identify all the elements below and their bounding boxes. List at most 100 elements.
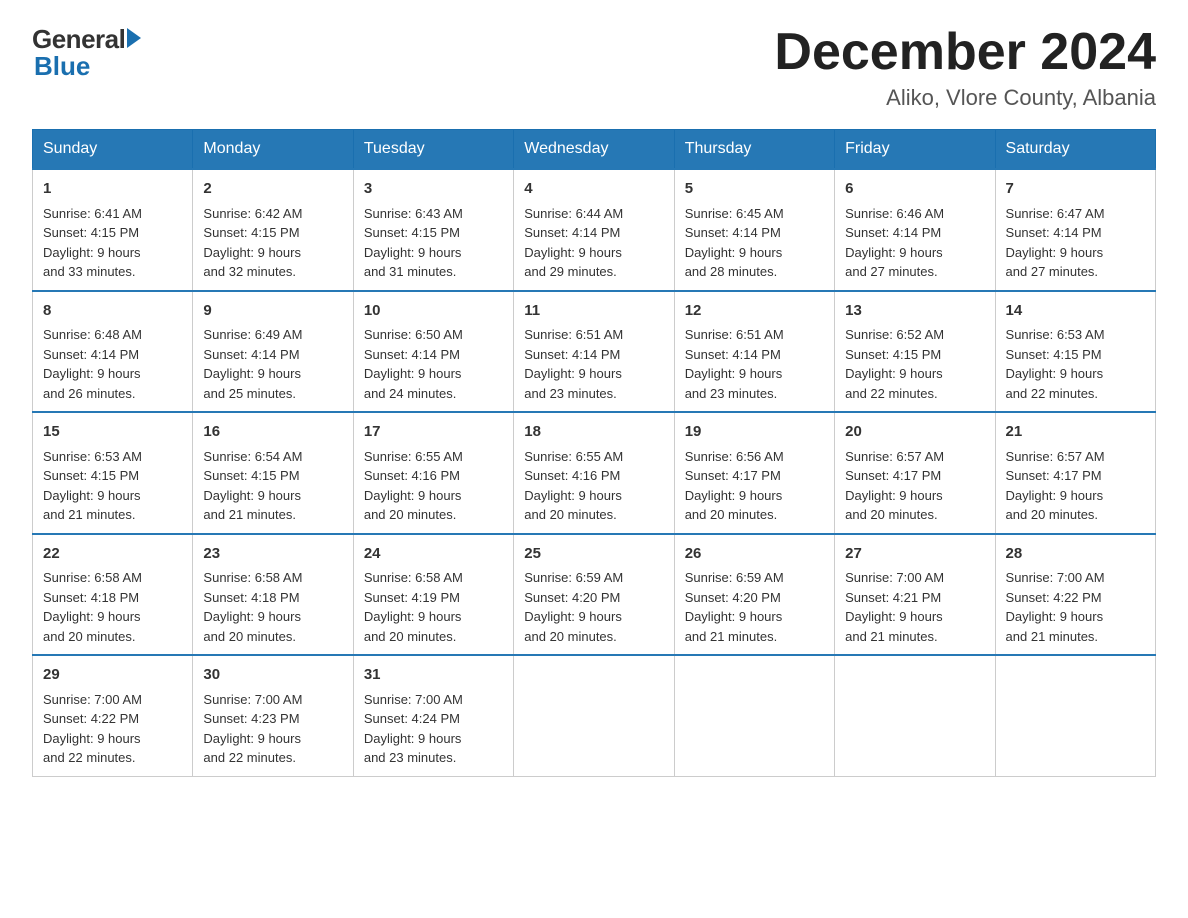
table-row: 29 Sunrise: 7:00 AMSunset: 4:22 PMDaylig… [33, 655, 193, 776]
col-thursday: Thursday [674, 130, 834, 170]
day-number: 11 [524, 300, 663, 323]
table-row: 8 Sunrise: 6:48 AMSunset: 4:14 PMDayligh… [33, 291, 193, 413]
day-info: Sunrise: 7:00 AMSunset: 4:21 PMDaylight:… [845, 570, 944, 644]
day-number: 10 [364, 300, 503, 323]
col-friday: Friday [835, 130, 995, 170]
day-number: 15 [43, 421, 182, 444]
calendar-week-row: 8 Sunrise: 6:48 AMSunset: 4:14 PMDayligh… [33, 291, 1156, 413]
logo-triangle-icon [127, 28, 141, 48]
location-subtitle: Aliko, Vlore County, Albania [774, 85, 1156, 111]
day-info: Sunrise: 6:51 AMSunset: 4:14 PMDaylight:… [685, 327, 784, 401]
day-info: Sunrise: 6:55 AMSunset: 4:16 PMDaylight:… [524, 449, 623, 523]
day-info: Sunrise: 6:58 AMSunset: 4:18 PMDaylight:… [43, 570, 142, 644]
day-info: Sunrise: 6:51 AMSunset: 4:14 PMDaylight:… [524, 327, 623, 401]
day-number: 1 [43, 178, 182, 201]
table-row: 30 Sunrise: 7:00 AMSunset: 4:23 PMDaylig… [193, 655, 353, 776]
calendar-week-row: 1 Sunrise: 6:41 AMSunset: 4:15 PMDayligh… [33, 169, 1156, 291]
day-number: 20 [845, 421, 984, 444]
table-row: 15 Sunrise: 6:53 AMSunset: 4:15 PMDaylig… [33, 412, 193, 534]
month-year-title: December 2024 [774, 24, 1156, 81]
day-number: 28 [1006, 543, 1145, 566]
day-info: Sunrise: 7:00 AMSunset: 4:22 PMDaylight:… [43, 692, 142, 766]
table-row: 26 Sunrise: 6:59 AMSunset: 4:20 PMDaylig… [674, 534, 834, 656]
day-info: Sunrise: 6:49 AMSunset: 4:14 PMDaylight:… [203, 327, 302, 401]
table-row: 23 Sunrise: 6:58 AMSunset: 4:18 PMDaylig… [193, 534, 353, 656]
day-info: Sunrise: 6:44 AMSunset: 4:14 PMDaylight:… [524, 206, 623, 280]
table-row: 22 Sunrise: 6:58 AMSunset: 4:18 PMDaylig… [33, 534, 193, 656]
day-number: 6 [845, 178, 984, 201]
calendar-table: Sunday Monday Tuesday Wednesday Thursday… [32, 129, 1156, 777]
day-number: 14 [1006, 300, 1145, 323]
col-monday: Monday [193, 130, 353, 170]
table-row: 7 Sunrise: 6:47 AMSunset: 4:14 PMDayligh… [995, 169, 1155, 291]
day-number: 27 [845, 543, 984, 566]
table-row: 20 Sunrise: 6:57 AMSunset: 4:17 PMDaylig… [835, 412, 995, 534]
day-info: Sunrise: 6:55 AMSunset: 4:16 PMDaylight:… [364, 449, 463, 523]
day-number: 24 [364, 543, 503, 566]
table-row: 18 Sunrise: 6:55 AMSunset: 4:16 PMDaylig… [514, 412, 674, 534]
day-info: Sunrise: 6:58 AMSunset: 4:18 PMDaylight:… [203, 570, 302, 644]
day-info: Sunrise: 6:42 AMSunset: 4:15 PMDaylight:… [203, 206, 302, 280]
day-info: Sunrise: 7:00 AMSunset: 4:24 PMDaylight:… [364, 692, 463, 766]
table-row: 17 Sunrise: 6:55 AMSunset: 4:16 PMDaylig… [353, 412, 513, 534]
title-block: December 2024 Aliko, Vlore County, Alban… [774, 24, 1156, 111]
table-row [995, 655, 1155, 776]
day-number: 31 [364, 664, 503, 687]
day-info: Sunrise: 6:57 AMSunset: 4:17 PMDaylight:… [845, 449, 944, 523]
calendar-week-row: 15 Sunrise: 6:53 AMSunset: 4:15 PMDaylig… [33, 412, 1156, 534]
logo: General Blue [32, 24, 141, 82]
table-row: 2 Sunrise: 6:42 AMSunset: 4:15 PMDayligh… [193, 169, 353, 291]
table-row: 16 Sunrise: 6:54 AMSunset: 4:15 PMDaylig… [193, 412, 353, 534]
table-row: 28 Sunrise: 7:00 AMSunset: 4:22 PMDaylig… [995, 534, 1155, 656]
table-row: 21 Sunrise: 6:57 AMSunset: 4:17 PMDaylig… [995, 412, 1155, 534]
table-row: 9 Sunrise: 6:49 AMSunset: 4:14 PMDayligh… [193, 291, 353, 413]
day-number: 30 [203, 664, 342, 687]
day-info: Sunrise: 6:41 AMSunset: 4:15 PMDaylight:… [43, 206, 142, 280]
calendar-week-row: 29 Sunrise: 7:00 AMSunset: 4:22 PMDaylig… [33, 655, 1156, 776]
table-row: 27 Sunrise: 7:00 AMSunset: 4:21 PMDaylig… [835, 534, 995, 656]
day-number: 16 [203, 421, 342, 444]
day-info: Sunrise: 6:59 AMSunset: 4:20 PMDaylight:… [685, 570, 784, 644]
table-row [835, 655, 995, 776]
table-row: 3 Sunrise: 6:43 AMSunset: 4:15 PMDayligh… [353, 169, 513, 291]
day-number: 26 [685, 543, 824, 566]
day-info: Sunrise: 6:48 AMSunset: 4:14 PMDaylight:… [43, 327, 142, 401]
day-info: Sunrise: 6:52 AMSunset: 4:15 PMDaylight:… [845, 327, 944, 401]
day-number: 25 [524, 543, 663, 566]
day-info: Sunrise: 6:47 AMSunset: 4:14 PMDaylight:… [1006, 206, 1105, 280]
table-row: 25 Sunrise: 6:59 AMSunset: 4:20 PMDaylig… [514, 534, 674, 656]
day-number: 7 [1006, 178, 1145, 201]
day-number: 29 [43, 664, 182, 687]
table-row: 14 Sunrise: 6:53 AMSunset: 4:15 PMDaylig… [995, 291, 1155, 413]
calendar-header-row: Sunday Monday Tuesday Wednesday Thursday… [33, 130, 1156, 170]
col-wednesday: Wednesday [514, 130, 674, 170]
day-number: 9 [203, 300, 342, 323]
table-row [514, 655, 674, 776]
day-info: Sunrise: 6:58 AMSunset: 4:19 PMDaylight:… [364, 570, 463, 644]
table-row: 12 Sunrise: 6:51 AMSunset: 4:14 PMDaylig… [674, 291, 834, 413]
table-row [674, 655, 834, 776]
day-info: Sunrise: 7:00 AMSunset: 4:22 PMDaylight:… [1006, 570, 1105, 644]
day-number: 5 [685, 178, 824, 201]
day-info: Sunrise: 6:43 AMSunset: 4:15 PMDaylight:… [364, 206, 463, 280]
day-number: 12 [685, 300, 824, 323]
table-row: 13 Sunrise: 6:52 AMSunset: 4:15 PMDaylig… [835, 291, 995, 413]
day-info: Sunrise: 6:45 AMSunset: 4:14 PMDaylight:… [685, 206, 784, 280]
day-number: 17 [364, 421, 503, 444]
table-row: 31 Sunrise: 7:00 AMSunset: 4:24 PMDaylig… [353, 655, 513, 776]
table-row: 4 Sunrise: 6:44 AMSunset: 4:14 PMDayligh… [514, 169, 674, 291]
day-number: 18 [524, 421, 663, 444]
day-info: Sunrise: 6:54 AMSunset: 4:15 PMDaylight:… [203, 449, 302, 523]
col-tuesday: Tuesday [353, 130, 513, 170]
day-info: Sunrise: 6:59 AMSunset: 4:20 PMDaylight:… [524, 570, 623, 644]
table-row: 10 Sunrise: 6:50 AMSunset: 4:14 PMDaylig… [353, 291, 513, 413]
day-info: Sunrise: 6:53 AMSunset: 4:15 PMDaylight:… [1006, 327, 1105, 401]
day-info: Sunrise: 7:00 AMSunset: 4:23 PMDaylight:… [203, 692, 302, 766]
day-number: 22 [43, 543, 182, 566]
day-info: Sunrise: 6:56 AMSunset: 4:17 PMDaylight:… [685, 449, 784, 523]
col-sunday: Sunday [33, 130, 193, 170]
day-number: 3 [364, 178, 503, 201]
day-info: Sunrise: 6:50 AMSunset: 4:14 PMDaylight:… [364, 327, 463, 401]
table-row: 5 Sunrise: 6:45 AMSunset: 4:14 PMDayligh… [674, 169, 834, 291]
day-number: 13 [845, 300, 984, 323]
